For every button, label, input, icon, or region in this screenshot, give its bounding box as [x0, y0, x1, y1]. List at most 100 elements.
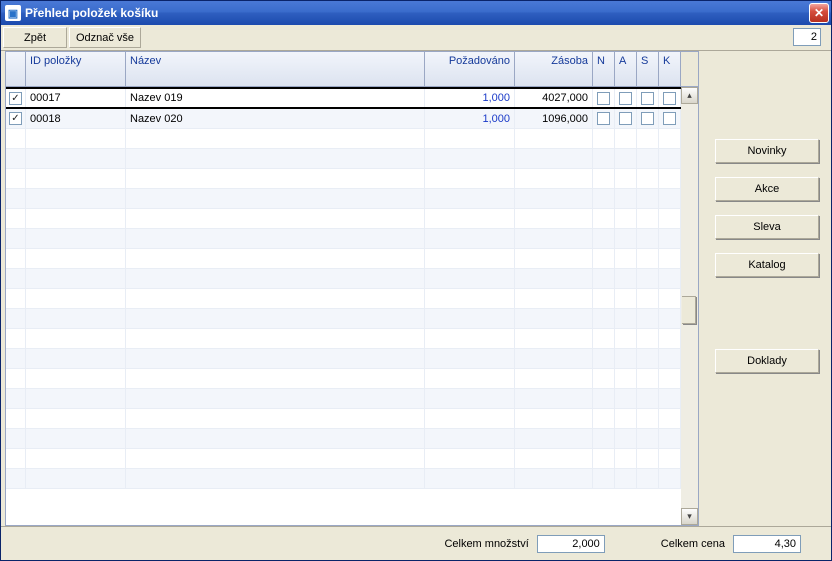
empty-cell — [659, 149, 681, 168]
col-header-check[interactable] — [6, 52, 26, 86]
empty-cell — [26, 229, 126, 248]
scroll-up-button[interactable]: ▴ — [681, 87, 698, 104]
deselect-all-button[interactable]: Odznač vše — [69, 27, 141, 48]
empty-cell — [637, 129, 659, 148]
col-header-stock[interactable]: Zásoba — [515, 52, 593, 86]
col-header-scroll — [681, 52, 698, 86]
empty-cell — [6, 409, 26, 428]
empty-cell — [425, 389, 515, 408]
empty-cell — [637, 389, 659, 408]
flag-a-checkbox[interactable] — [619, 92, 632, 105]
total-qty-field[interactable] — [537, 535, 605, 553]
cell-k[interactable] — [659, 89, 681, 107]
empty-cell — [593, 129, 615, 148]
sleva-button[interactable]: Sleva — [715, 215, 819, 239]
col-header-k[interactable]: K — [659, 52, 681, 86]
empty-cell — [659, 289, 681, 308]
empty-cell — [26, 329, 126, 348]
empty-cell — [659, 229, 681, 248]
window: ▣ Přehled položek košíku ✕ Zpět Odznač v… — [0, 0, 832, 561]
empty-cell — [425, 269, 515, 288]
empty-cell — [637, 409, 659, 428]
empty-cell — [615, 249, 637, 268]
cell-n[interactable] — [593, 89, 615, 107]
empty-cell — [615, 149, 637, 168]
grid-area: ID položky Název Požadováno Zásoba N A S… — [1, 51, 703, 526]
empty-cell — [515, 129, 593, 148]
akce-button[interactable]: Akce — [715, 177, 819, 201]
col-header-s[interactable]: S — [637, 52, 659, 86]
item-count-field[interactable] — [793, 28, 821, 46]
close-button[interactable]: ✕ — [809, 3, 829, 23]
cell-s[interactable] — [637, 89, 659, 107]
cell-check[interactable]: ✓ — [6, 89, 26, 107]
col-header-requested[interactable]: Požadováno — [425, 52, 515, 86]
scroll-down-button[interactable]: ▾ — [681, 508, 698, 525]
empty-cell — [615, 269, 637, 288]
cell-name: Nazev 020 — [126, 109, 425, 128]
cell-name: Nazev 019 — [126, 89, 425, 107]
col-header-a[interactable]: A — [615, 52, 637, 86]
empty-cell — [126, 469, 425, 488]
empty-cell — [26, 149, 126, 168]
table-row[interactable]: ✓00018Nazev 0201,0001096,000 — [6, 109, 681, 129]
empty-cell — [26, 449, 126, 468]
cell-check[interactable]: ✓ — [6, 109, 26, 128]
empty-cell — [593, 169, 615, 188]
empty-cell — [659, 309, 681, 328]
cell-k[interactable] — [659, 109, 681, 128]
table-row — [6, 389, 681, 409]
flag-s-checkbox[interactable] — [641, 92, 654, 105]
empty-cell — [615, 349, 637, 368]
total-price-label: Celkem cena — [661, 538, 725, 550]
flag-k-checkbox[interactable] — [663, 92, 676, 105]
empty-cell — [593, 429, 615, 448]
cell-s[interactable] — [637, 109, 659, 128]
cell-a[interactable] — [615, 109, 637, 128]
empty-cell — [126, 129, 425, 148]
table-row[interactable]: ✓00017Nazev 0191,0004027,000 — [6, 87, 681, 109]
col-header-id[interactable]: ID položky — [26, 52, 126, 86]
empty-cell — [425, 309, 515, 328]
empty-cell — [659, 269, 681, 288]
flag-s-checkbox[interactable] — [641, 112, 654, 125]
flag-a-checkbox[interactable] — [619, 112, 632, 125]
table-row — [6, 469, 681, 489]
empty-cell — [425, 429, 515, 448]
back-button[interactable]: Zpět — [3, 27, 67, 48]
flag-n-checkbox[interactable] — [597, 92, 610, 105]
empty-cell — [637, 449, 659, 468]
cell-requested: 1,000 — [425, 89, 515, 107]
empty-cell — [26, 169, 126, 188]
empty-cell — [615, 129, 637, 148]
flag-n-checkbox[interactable] — [597, 112, 610, 125]
col-header-n[interactable]: N — [593, 52, 615, 86]
empty-cell — [659, 249, 681, 268]
table-row — [6, 289, 681, 309]
table-row — [6, 269, 681, 289]
empty-cell — [659, 129, 681, 148]
doklady-button[interactable]: Doklady — [715, 349, 819, 373]
row-checkbox[interactable]: ✓ — [9, 112, 22, 125]
cell-a[interactable] — [615, 89, 637, 107]
empty-cell — [637, 309, 659, 328]
empty-cell — [515, 209, 593, 228]
chevron-down-icon: ▾ — [687, 511, 692, 522]
main-area: ID položky Název Požadováno Zásoba N A S… — [1, 51, 831, 526]
empty-cell — [615, 229, 637, 248]
flag-k-checkbox[interactable] — [663, 112, 676, 125]
cell-n[interactable] — [593, 109, 615, 128]
row-checkbox[interactable]: ✓ — [9, 92, 22, 105]
empty-cell — [126, 229, 425, 248]
empty-cell — [637, 249, 659, 268]
novinky-button[interactable]: Novinky — [715, 139, 819, 163]
empty-cell — [659, 429, 681, 448]
empty-cell — [26, 409, 126, 428]
empty-cell — [615, 389, 637, 408]
col-header-name[interactable]: Název — [126, 52, 425, 86]
panel-tab-stub[interactable] — [682, 296, 696, 324]
empty-cell — [26, 309, 126, 328]
katalog-button[interactable]: Katalog — [715, 253, 819, 277]
empty-cell — [593, 189, 615, 208]
total-price-field[interactable] — [733, 535, 801, 553]
